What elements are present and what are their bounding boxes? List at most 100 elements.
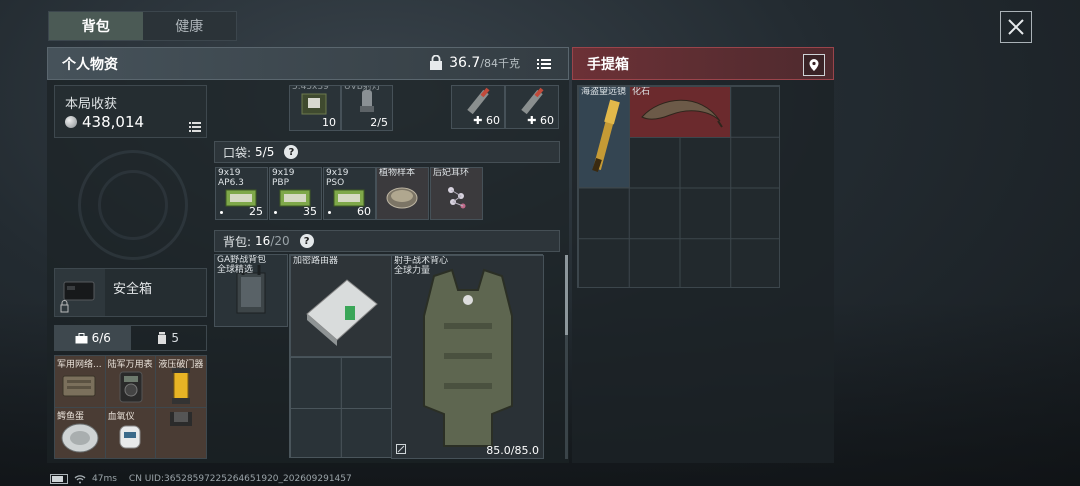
- location-pin-icon: [809, 59, 819, 71]
- backpack-label: 背包:: [223, 234, 252, 249]
- item-name: 鳄鱼蛋: [57, 411, 85, 422]
- item-name: 植物样本: [379, 168, 416, 178]
- status-bar: 47ms CN UID:365285972252646519​20_202609…: [50, 472, 352, 486]
- pocket-item-ammo-pso[interactable]: 9x19 PSO 60: [323, 167, 376, 220]
- pocket-count: 5/5: [255, 145, 275, 159]
- pocket-item-ammo-ap[interactable]: 9x19 AP6.3 25: [215, 167, 268, 220]
- session-earnings: 本局收获 438,014: [54, 85, 207, 138]
- wifi-icon: [74, 475, 86, 484]
- backpack-count-current: 16: [255, 234, 271, 248]
- item-name: 5.45x39: [292, 85, 329, 92]
- storage-item-military-network[interactable]: 军用网络...: [55, 356, 105, 407]
- item-sub: 全球精选: [217, 265, 254, 275]
- personal-supplies-header: 个人物资 36.7/84千克: [47, 47, 569, 80]
- medicine-jar-icon: [158, 332, 167, 344]
- weight-display: 36.7/84千克: [429, 55, 520, 71]
- item-name: 血氧仪: [107, 411, 135, 422]
- personal-supplies-title: 个人物资: [62, 56, 118, 73]
- item-count: 35: [303, 205, 317, 218]
- earnings-label: 本局收获: [65, 97, 118, 112]
- pocket-label: 口袋:: [223, 145, 252, 160]
- item-name: 陆军万用表: [107, 360, 153, 370]
- close-icon: [1008, 19, 1024, 35]
- case-item-fossil[interactable]: 化石: [629, 86, 731, 138]
- backpack-help-button[interactable]: ?: [299, 234, 314, 248]
- weight-lock-icon: [430, 55, 443, 70]
- earnings-list-icon[interactable]: [189, 122, 201, 132]
- stack-dot: [274, 211, 277, 214]
- ping-value: 47ms: [92, 474, 117, 484]
- item-durability: 85.0/85.0: [486, 444, 539, 457]
- storage-item-hydraulic-breacher[interactable]: 液压破门器: [156, 356, 206, 407]
- tab-toolbox[interactable]: 6/6: [55, 326, 131, 350]
- item-injector-2[interactable]: ✚ 60: [505, 85, 559, 129]
- item-count: 25: [249, 205, 263, 218]
- tab-medicine[interactable]: 5: [131, 326, 207, 350]
- storage-grid: 军用网络... 陆军万用表 液压破门器 鳄鱼蛋 血氧仪: [54, 355, 207, 459]
- backpack-count-max: /20: [270, 234, 290, 248]
- toolbox-count: 6/6: [91, 331, 111, 345]
- item-count: ✚ 60: [473, 114, 500, 127]
- storage-item-crocodile-egg[interactable]: 鳄鱼蛋: [55, 407, 105, 458]
- item-sub: 全球力量: [394, 266, 431, 276]
- equipped-backpack-slot[interactable]: GA野战背包 全球精选: [214, 254, 288, 327]
- item-name: 液压破门器: [158, 360, 204, 370]
- safe-box-slot[interactable]: 安全箱: [54, 268, 207, 317]
- earnings-value: 438,014: [82, 113, 145, 131]
- item-name: 海盗望远镜: [581, 87, 627, 97]
- item-count: 10: [322, 116, 336, 129]
- backpack-section-header: 背包: 16/20 ?: [214, 230, 560, 252]
- bag-item-encrypted-router[interactable]: 加密路由器: [290, 255, 392, 357]
- item-sub: AP6.3: [218, 178, 244, 188]
- pocket-item-ammo-pbp[interactable]: 9x19 PBP 35: [269, 167, 322, 220]
- storage-tabs: 6/6 5: [54, 325, 207, 351]
- weight-max: /84千克: [480, 57, 520, 70]
- safe-box-icon: [55, 269, 105, 316]
- backpack-count: 16/20: [255, 234, 290, 248]
- stack-dot: [328, 211, 331, 214]
- suitcase-title: 手提箱: [587, 56, 629, 73]
- item-name: 化石: [632, 87, 651, 97]
- storage-item-breacher-base[interactable]: [156, 407, 206, 458]
- suitcase-header: 手提箱: [572, 47, 834, 80]
- list-icon: [537, 59, 551, 69]
- item-sub: PSO: [326, 178, 345, 188]
- close-button[interactable]: [1000, 11, 1032, 43]
- item-count: 2/5: [370, 116, 388, 129]
- storage-item-army-multimeter[interactable]: 陆军万用表: [105, 356, 156, 407]
- player-uid: CN UID:365285972252646519​20_20260929145…: [128, 474, 352, 484]
- item-count-value: 60: [486, 114, 500, 127]
- safe-box-label: 安全箱: [113, 282, 153, 297]
- battery-icon: [50, 474, 68, 484]
- pocket-section-header: 口袋: 5/5 ?: [214, 141, 560, 163]
- item-name: 军用网络...: [57, 360, 102, 370]
- pocket-help-button[interactable]: ?: [284, 145, 299, 159]
- case-item-pirate-telescope[interactable]: 海盗望远镜: [578, 86, 630, 188]
- item-count-value: 60: [540, 114, 554, 127]
- scrollbar-thumb[interactable]: [565, 255, 568, 335]
- stack-dot: [220, 211, 223, 214]
- item-name: UVB射灯: [344, 85, 381, 92]
- locate-button[interactable]: [803, 54, 825, 76]
- storage-item-oximeter[interactable]: 血氧仪: [105, 407, 156, 458]
- weight-current: 36.7: [449, 55, 481, 71]
- top-tab-bar: 背包 健康: [48, 11, 237, 41]
- toolbox-icon: [75, 332, 88, 343]
- sort-list-button[interactable]: [534, 54, 554, 74]
- medicine-count: 5: [171, 331, 180, 345]
- item-injector-1[interactable]: ✚ 60: [451, 85, 505, 129]
- item-sub: PBP: [272, 178, 290, 188]
- item-count: ✚ 60: [527, 114, 554, 127]
- pocket-item-plant-sample[interactable]: 植物样本: [376, 167, 429, 220]
- item-ammo-545[interactable]: 5.45x39 10: [289, 85, 341, 131]
- tab-backpack[interactable]: 背包: [49, 12, 143, 40]
- faction-emblem-inner: [98, 170, 168, 240]
- pocket-item-consort-earring[interactable]: 后妃耳环: [430, 167, 483, 220]
- durability-repair-icon: [396, 444, 406, 454]
- bag-item-marksman-vest[interactable]: 射手战术背心 全球力量 85.0/85.0: [391, 255, 544, 459]
- item-count: 60: [357, 205, 371, 218]
- item-name: 加密路由器: [293, 256, 339, 266]
- item-uvb-lamp[interactable]: UVB射灯 2/5: [341, 85, 393, 131]
- tab-health[interactable]: 健康: [143, 12, 237, 40]
- coin-icon: [65, 116, 77, 128]
